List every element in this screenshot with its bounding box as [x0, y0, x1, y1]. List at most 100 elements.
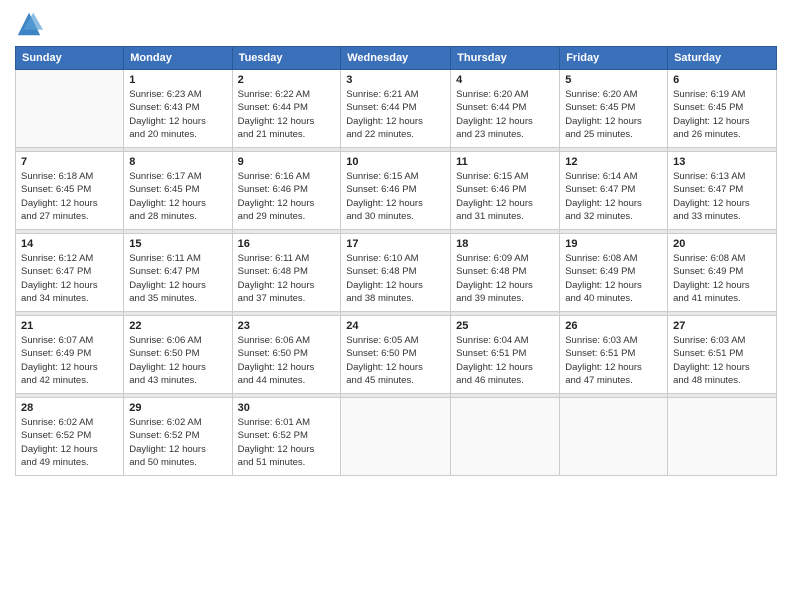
day-header-monday: Monday	[124, 47, 232, 70]
week-row-4: 28 Sunrise: 6:02 AM Sunset: 6:52 PM Dayli…	[16, 398, 777, 476]
day-number: 28	[21, 402, 118, 414]
day-number: 10	[346, 156, 445, 168]
day-number: 6	[673, 74, 771, 86]
day-header-friday: Friday	[560, 47, 668, 70]
day-number: 25	[456, 320, 554, 332]
calendar-cell: 11 Sunrise: 6:15 AM Sunset: 6:46 PM Dayli…	[451, 152, 560, 230]
calendar-cell: 3 Sunrise: 6:21 AM Sunset: 6:44 PM Daylig…	[341, 70, 451, 148]
calendar-cell: 1 Sunrise: 6:23 AM Sunset: 6:43 PM Daylig…	[124, 70, 232, 148]
calendar-cell: 23 Sunrise: 6:06 AM Sunset: 6:50 PM Dayli…	[232, 316, 341, 394]
day-info: Sunrise: 6:20 AM Sunset: 6:44 PM Dayligh…	[456, 88, 554, 141]
day-number: 9	[238, 156, 336, 168]
day-info: Sunrise: 6:06 AM Sunset: 6:50 PM Dayligh…	[129, 334, 226, 387]
calendar-cell	[16, 70, 124, 148]
day-info: Sunrise: 6:06 AM Sunset: 6:50 PM Dayligh…	[238, 334, 336, 387]
day-info: Sunrise: 6:20 AM Sunset: 6:45 PM Dayligh…	[565, 88, 662, 141]
day-info: Sunrise: 6:02 AM Sunset: 6:52 PM Dayligh…	[129, 416, 226, 469]
day-number: 1	[129, 74, 226, 86]
day-info: Sunrise: 6:13 AM Sunset: 6:47 PM Dayligh…	[673, 170, 771, 223]
calendar-cell: 16 Sunrise: 6:11 AM Sunset: 6:48 PM Dayli…	[232, 234, 341, 312]
day-number: 15	[129, 238, 226, 250]
calendar-cell: 17Sunrise: 6:10 AM Sunset: 6:48 PM Dayli…	[341, 234, 451, 312]
day-info: Sunrise: 6:07 AM Sunset: 6:49 PM Dayligh…	[21, 334, 118, 387]
calendar-cell: 5 Sunrise: 6:20 AM Sunset: 6:45 PM Daylig…	[560, 70, 668, 148]
calendar-cell: 14 Sunrise: 6:12 AM Sunset: 6:47 PM Dayli…	[16, 234, 124, 312]
day-number: 22	[129, 320, 226, 332]
day-info: Sunrise: 6:16 AM Sunset: 6:46 PM Dayligh…	[238, 170, 336, 223]
logo	[15, 10, 47, 38]
day-info: Sunrise: 6:01 AM Sunset: 6:52 PM Dayligh…	[238, 416, 336, 469]
day-info: Sunrise: 6:14 AM Sunset: 6:47 PM Dayligh…	[565, 170, 662, 223]
calendar-cell: 22 Sunrise: 6:06 AM Sunset: 6:50 PM Dayli…	[124, 316, 232, 394]
day-header-tuesday: Tuesday	[232, 47, 341, 70]
day-info: Sunrise: 6:03 AM Sunset: 6:51 PM Dayligh…	[673, 334, 771, 387]
page: SundayMondayTuesdayWednesdayThursdayFrid…	[0, 0, 792, 612]
day-number: 14	[21, 238, 118, 250]
calendar-cell: 7Sunrise: 6:18 AM Sunset: 6:45 PM Daylig…	[16, 152, 124, 230]
calendar-cell	[668, 398, 777, 476]
day-number: 27	[673, 320, 771, 332]
day-header-saturday: Saturday	[668, 47, 777, 70]
day-info: Sunrise: 6:11 AM Sunset: 6:48 PM Dayligh…	[238, 252, 336, 305]
calendar-cell: 27 Sunrise: 6:03 AM Sunset: 6:51 PM Dayli…	[668, 316, 777, 394]
calendar-cell: 12 Sunrise: 6:14 AM Sunset: 6:47 PM Dayli…	[560, 152, 668, 230]
calendar-body: 1 Sunrise: 6:23 AM Sunset: 6:43 PM Daylig…	[16, 70, 777, 476]
day-info: Sunrise: 6:21 AM Sunset: 6:44 PM Dayligh…	[346, 88, 445, 141]
day-number: 23	[238, 320, 336, 332]
day-number: 5	[565, 74, 662, 86]
day-number: 4	[456, 74, 554, 86]
calendar-cell: 21 Sunrise: 6:07 AM Sunset: 6:49 PM Dayli…	[16, 316, 124, 394]
day-header-wednesday: Wednesday	[341, 47, 451, 70]
calendar-cell: 26 Sunrise: 6:03 AM Sunset: 6:51 PM Dayli…	[560, 316, 668, 394]
day-info: Sunrise: 6:02 AM Sunset: 6:52 PM Dayligh…	[21, 416, 118, 469]
calendar: SundayMondayTuesdayWednesdayThursdayFrid…	[15, 46, 777, 476]
day-info: Sunrise: 6:12 AM Sunset: 6:47 PM Dayligh…	[21, 252, 118, 305]
calendar-cell: 30Sunrise: 6:01 AM Sunset: 6:52 PM Dayli…	[232, 398, 341, 476]
calendar-header: SundayMondayTuesdayWednesdayThursdayFrid…	[16, 47, 777, 70]
calendar-cell: 18Sunrise: 6:09 AM Sunset: 6:48 PM Dayli…	[451, 234, 560, 312]
week-row-2: 14 Sunrise: 6:12 AM Sunset: 6:47 PM Dayli…	[16, 234, 777, 312]
calendar-cell: 20Sunrise: 6:08 AM Sunset: 6:49 PM Dayli…	[668, 234, 777, 312]
day-number: 19	[565, 238, 662, 250]
week-row-3: 21 Sunrise: 6:07 AM Sunset: 6:49 PM Dayli…	[16, 316, 777, 394]
day-info: Sunrise: 6:23 AM Sunset: 6:43 PM Dayligh…	[129, 88, 226, 141]
day-info: Sunrise: 6:04 AM Sunset: 6:51 PM Dayligh…	[456, 334, 554, 387]
logo-icon	[15, 10, 43, 38]
calendar-cell: 8Sunrise: 6:17 AM Sunset: 6:45 PM Daylig…	[124, 152, 232, 230]
day-info: Sunrise: 6:09 AM Sunset: 6:48 PM Dayligh…	[456, 252, 554, 305]
header	[15, 10, 777, 38]
calendar-cell: 2Sunrise: 6:22 AM Sunset: 6:44 PM Daylig…	[232, 70, 341, 148]
day-number: 3	[346, 74, 445, 86]
day-info: Sunrise: 6:15 AM Sunset: 6:46 PM Dayligh…	[456, 170, 554, 223]
week-row-1: 7Sunrise: 6:18 AM Sunset: 6:45 PM Daylig…	[16, 152, 777, 230]
days-header-row: SundayMondayTuesdayWednesdayThursdayFrid…	[16, 47, 777, 70]
day-number: 21	[21, 320, 118, 332]
day-info: Sunrise: 6:05 AM Sunset: 6:50 PM Dayligh…	[346, 334, 445, 387]
day-info: Sunrise: 6:11 AM Sunset: 6:47 PM Dayligh…	[129, 252, 226, 305]
day-info: Sunrise: 6:08 AM Sunset: 6:49 PM Dayligh…	[565, 252, 662, 305]
calendar-cell: 28 Sunrise: 6:02 AM Sunset: 6:52 PM Dayli…	[16, 398, 124, 476]
day-header-thursday: Thursday	[451, 47, 560, 70]
day-number: 16	[238, 238, 336, 250]
day-info: Sunrise: 6:03 AM Sunset: 6:51 PM Dayligh…	[565, 334, 662, 387]
week-row-0: 1 Sunrise: 6:23 AM Sunset: 6:43 PM Daylig…	[16, 70, 777, 148]
day-number: 20	[673, 238, 771, 250]
calendar-cell	[560, 398, 668, 476]
calendar-cell: 15 Sunrise: 6:11 AM Sunset: 6:47 PM Dayli…	[124, 234, 232, 312]
calendar-cell: 4 Sunrise: 6:20 AM Sunset: 6:44 PM Daylig…	[451, 70, 560, 148]
calendar-cell: 19 Sunrise: 6:08 AM Sunset: 6:49 PM Dayli…	[560, 234, 668, 312]
calendar-cell: 29 Sunrise: 6:02 AM Sunset: 6:52 PM Dayli…	[124, 398, 232, 476]
day-number: 26	[565, 320, 662, 332]
calendar-cell	[451, 398, 560, 476]
day-number: 12	[565, 156, 662, 168]
calendar-cell: 9 Sunrise: 6:16 AM Sunset: 6:46 PM Daylig…	[232, 152, 341, 230]
day-number: 29	[129, 402, 226, 414]
calendar-cell: 10Sunrise: 6:15 AM Sunset: 6:46 PM Dayli…	[341, 152, 451, 230]
day-number: 11	[456, 156, 554, 168]
calendar-cell: 13Sunrise: 6:13 AM Sunset: 6:47 PM Dayli…	[668, 152, 777, 230]
calendar-cell	[341, 398, 451, 476]
calendar-cell: 6Sunrise: 6:19 AM Sunset: 6:45 PM Daylig…	[668, 70, 777, 148]
day-number: 8	[129, 156, 226, 168]
day-info: Sunrise: 6:10 AM Sunset: 6:48 PM Dayligh…	[346, 252, 445, 305]
day-info: Sunrise: 6:18 AM Sunset: 6:45 PM Dayligh…	[21, 170, 118, 223]
